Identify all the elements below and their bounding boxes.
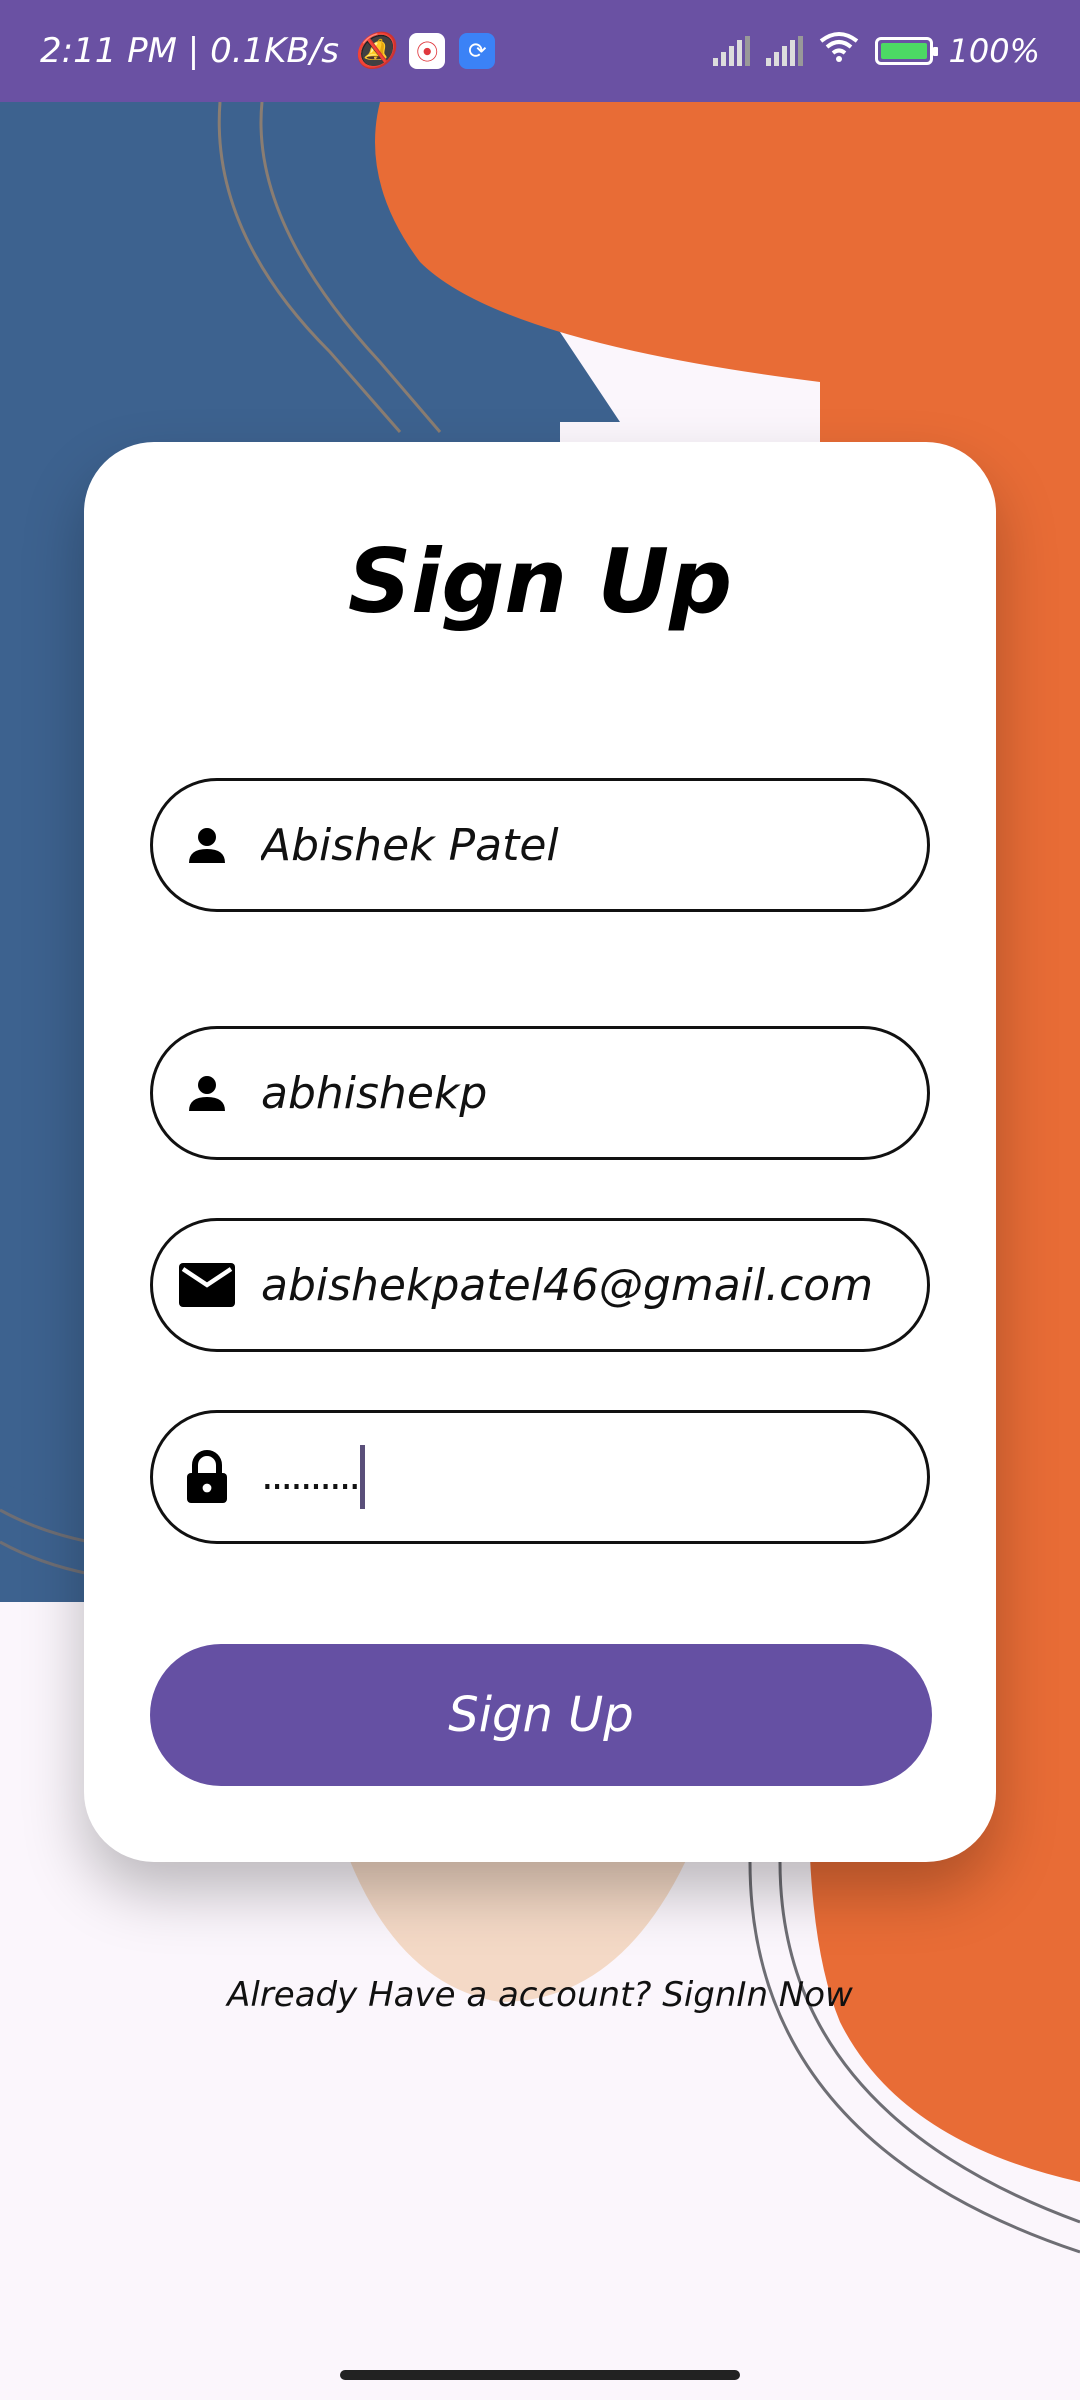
battery-percent: 100% [948,32,1040,70]
password-mask: .......... [261,1453,361,1499]
signal-icon-2 [765,36,803,66]
signup-card: Sign Up Abishek Patel abhishekp abishekp… [84,442,996,1862]
password-value: .......... [261,1445,366,1509]
signin-link[interactable]: Already Have a account? SignIn Now [0,1975,1080,2015]
battery-icon [874,37,938,65]
full-name-field[interactable]: Abishek Patel [150,778,930,912]
email-value: abishekpatel46@gmail.com [261,1259,874,1311]
wifi-icon [819,31,859,71]
home-indicator[interactable] [340,2370,740,2380]
username-value: abhishekp [261,1067,488,1119]
username-field[interactable]: abhishekp [150,1026,930,1160]
person-icon [179,1065,235,1121]
share-app-icon: ⟳ [459,33,496,69]
full-name-value: Abishek Patel [261,819,559,871]
lock-icon [179,1449,235,1505]
person-icon [179,817,235,873]
status-time-speed: 2:11 PM | 0.1KB/s [40,31,339,71]
app-notification-icon: ⦿ [409,33,446,69]
text-cursor [360,1445,366,1509]
status-left: 2:11 PM | 0.1KB/s 🔕 ⦿ ⟳ [40,31,496,71]
signal-icon [712,36,750,66]
password-field[interactable]: .......... [150,1410,930,1544]
signup-button[interactable]: Sign Up [150,1644,932,1786]
email-field[interactable]: abishekpatel46@gmail.com [150,1218,930,1352]
mail-icon [179,1257,235,1313]
mute-icon: 🔕 [352,31,396,71]
page-title: Sign Up [347,530,733,633]
status-right: 100% [712,31,1040,71]
status-bar: 2:11 PM | 0.1KB/s 🔕 ⦿ ⟳ 100% [0,0,1080,102]
